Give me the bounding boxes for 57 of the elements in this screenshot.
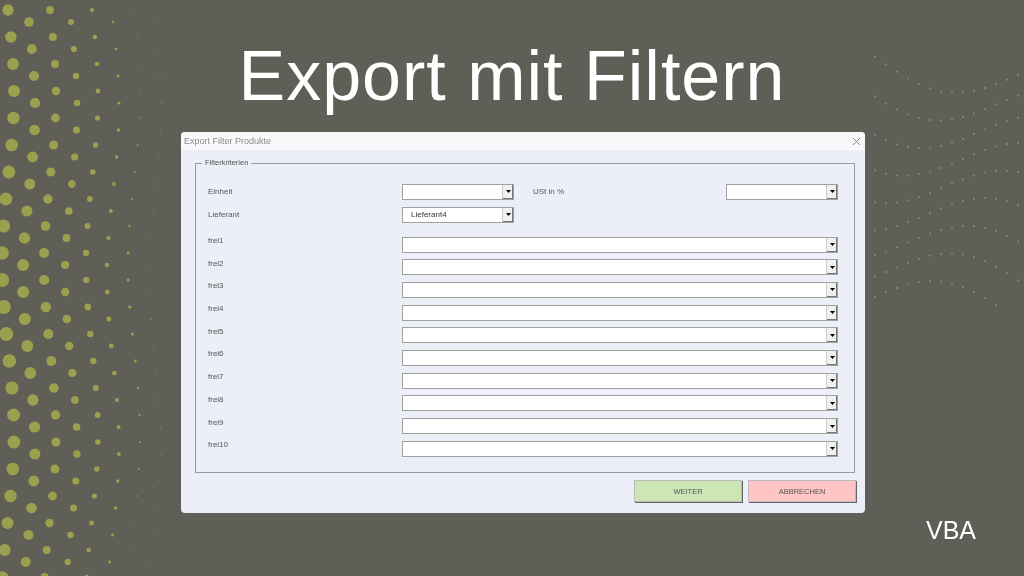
window-title: Export Filter Produkte [184,136,272,146]
caret-icon [505,190,511,193]
field-label: frei9 [208,417,225,427]
dropdown-field[interactable] [402,281,838,298]
dropdown-field[interactable] [402,183,514,200]
dropdown-field[interactable] [402,327,838,344]
corner-label: VBA [925,516,976,545]
dropdown-field[interactable] [402,440,838,457]
field-label: frei4 [208,304,225,314]
caret-icon [829,288,835,292]
dropdown-field[interactable] [402,304,838,321]
caret-icon [829,424,835,428]
field-label: frei3 [208,281,225,291]
field-value: Lieferant4 [410,210,447,219]
dropdown-button[interactable] [826,373,837,388]
dropdown-button[interactable] [826,350,837,365]
caret-icon [829,190,835,193]
field-label: frei8 [208,394,225,404]
dropdown-field[interactable] [402,372,838,389]
field-label: frei2 [208,258,225,268]
caret-icon [829,447,835,451]
caret-icon [829,243,835,246]
field-label: frei10 [208,440,229,450]
dropdown-button[interactable] [826,419,837,433]
field-label: USt in % [533,187,566,196]
caret-icon [829,356,835,360]
dropdown-button[interactable] [826,260,837,275]
dropdown-field[interactable] [402,236,838,253]
dropdown-button[interactable] [826,441,837,456]
caret-icon [829,265,835,269]
caret-icon [829,311,835,315]
dropdown-field[interactable] [402,259,838,276]
dropdown-button[interactable] [826,396,837,411]
dropdown-button[interactable] [826,184,837,199]
field-label: frei5 [208,326,225,336]
field-label: frei7 [208,372,225,382]
dropdown-field[interactable] [402,395,838,412]
dropdown-field[interactable]: Lieferant4 [402,206,514,223]
slide-title: Export mit Filtern [237,36,787,117]
dropdown-button[interactable] [502,184,513,199]
caret-icon [829,333,835,337]
dropdown-field[interactable] [402,418,838,434]
dropdown-field[interactable] [726,183,838,200]
dropdown-button[interactable] [502,207,513,222]
caret-icon [505,213,511,216]
field-label: Einheit [208,187,234,196]
caret-icon [829,401,835,405]
dropdown-button[interactable] [826,282,837,297]
caret-icon [829,379,835,383]
dropdown-button[interactable] [826,328,837,343]
close-icon[interactable] [852,136,861,146]
field-label: Lieferant [208,210,241,219]
field-label: frei1 [208,236,225,245]
dropdown-button[interactable] [826,305,837,320]
dropdown-field[interactable] [402,349,838,366]
dropdown-button[interactable] [826,237,837,252]
field-label: frei6 [208,349,225,359]
